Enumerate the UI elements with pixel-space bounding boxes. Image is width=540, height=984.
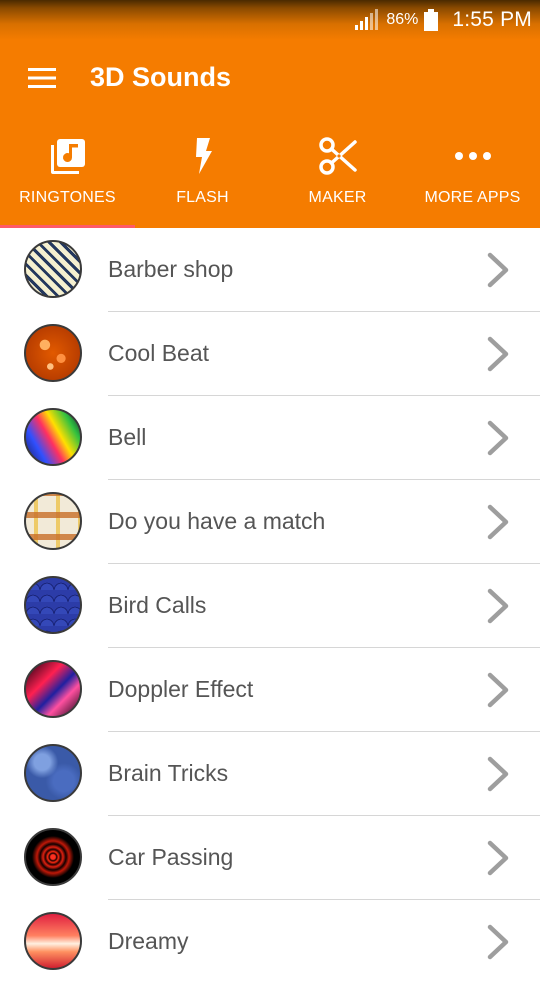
list-item[interactable]: Do you have a match bbox=[0, 480, 540, 564]
tab-label-ringtones: RINGTONES bbox=[19, 189, 116, 206]
tab-ringtones[interactable]: RINGTONES bbox=[0, 118, 135, 228]
ringtone-thumbnail bbox=[24, 492, 82, 550]
tab-bar: RINGTONES FLASH MAKER MORE APPS bbox=[0, 118, 540, 228]
status-bar: 86% 1:55 PM bbox=[0, 0, 540, 40]
status-icons: 86% 1:55 PM bbox=[354, 6, 532, 34]
app-bar: 3D Sounds bbox=[0, 40, 540, 118]
tab-maker[interactable]: MAKER bbox=[270, 118, 405, 228]
flash-icon bbox=[195, 138, 212, 174]
more-dots-icon bbox=[454, 152, 491, 160]
list-item[interactable]: Car Passing bbox=[0, 816, 540, 900]
tab-label-more-apps: MORE APPS bbox=[424, 189, 521, 206]
list-item[interactable]: Bird Calls bbox=[0, 564, 540, 648]
chevron-right-icon bbox=[487, 588, 509, 624]
ringtone-title: Do you have a match bbox=[108, 508, 326, 534]
chevron-right-icon bbox=[487, 924, 509, 960]
chevron-right-icon bbox=[487, 756, 509, 792]
ringtone-thumbnail bbox=[24, 576, 82, 634]
chevron-right-icon bbox=[487, 672, 509, 708]
ringtone-title: Barber shop bbox=[108, 256, 234, 282]
signal-icon bbox=[355, 9, 379, 30]
ringtone-title: Doppler Effect bbox=[108, 676, 254, 702]
status-clock: 1:55 PM bbox=[452, 8, 532, 31]
list-item[interactable]: Barber shop bbox=[0, 228, 540, 312]
chevron-right-icon bbox=[487, 840, 509, 876]
ringtone-title: Bell bbox=[108, 424, 147, 450]
tab-more-apps[interactable]: MORE APPS bbox=[405, 118, 540, 228]
ringtone-title: Brain Tricks bbox=[108, 760, 229, 786]
chevron-right-icon bbox=[487, 504, 509, 540]
ringtone-thumbnail bbox=[24, 912, 82, 970]
chevron-right-icon bbox=[487, 420, 509, 456]
battery-icon bbox=[424, 9, 439, 31]
chevron-right-icon bbox=[487, 252, 509, 288]
ringtone-thumbnail bbox=[24, 660, 82, 718]
hamburger-menu-icon[interactable] bbox=[28, 67, 56, 89]
scissors-icon bbox=[318, 137, 357, 175]
list-item[interactable]: Bell bbox=[0, 396, 540, 480]
ringtone-thumbnail bbox=[24, 408, 82, 466]
ringtone-thumbnail bbox=[24, 240, 82, 298]
list-item[interactable]: Doppler Effect bbox=[0, 648, 540, 732]
music-note-icon bbox=[50, 139, 85, 174]
ringtone-thumbnail bbox=[24, 828, 82, 886]
tab-label-maker: MAKER bbox=[308, 189, 367, 206]
list-item[interactable]: Cool Beat bbox=[0, 312, 540, 396]
ringtone-thumbnail bbox=[24, 324, 82, 382]
ringtone-thumbnail bbox=[24, 744, 82, 802]
ringtone-title: Car Passing bbox=[108, 844, 234, 870]
list-item[interactable]: Brain Tricks bbox=[0, 732, 540, 816]
tab-label-flash: FLASH bbox=[176, 189, 229, 206]
ringtone-title: Bird Calls bbox=[108, 592, 207, 618]
chevron-right-icon bbox=[487, 336, 509, 372]
ringtone-title: Cool Beat bbox=[108, 340, 210, 366]
app-title: 3D Sounds bbox=[90, 62, 232, 92]
battery-percent: 86% bbox=[386, 11, 419, 28]
ringtone-list: Barber shop Cool Beat Bell Do you have a… bbox=[0, 228, 540, 984]
list-item[interactable]: Dreamy bbox=[0, 900, 540, 984]
ringtone-title: Dreamy bbox=[108, 928, 189, 954]
tab-flash[interactable]: FLASH bbox=[135, 118, 270, 228]
